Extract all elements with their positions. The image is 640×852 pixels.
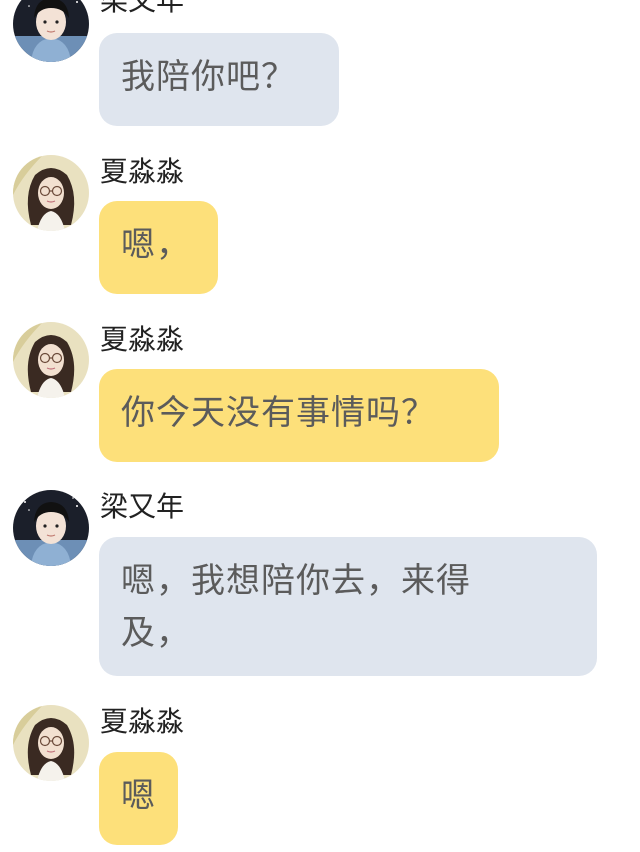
message-bubble[interactable]: 嗯， bbox=[99, 201, 218, 294]
female-avatar[interactable] bbox=[13, 322, 89, 398]
male-avatar[interactable] bbox=[13, 0, 89, 62]
female-avatar[interactable] bbox=[13, 705, 89, 781]
message-bubble[interactable]: 嗯，我想陪你去，来得及， bbox=[99, 537, 597, 676]
message-bubble[interactable]: 嗯 bbox=[99, 752, 178, 845]
female-avatar[interactable] bbox=[13, 155, 89, 231]
sender-name: 夏淼淼 bbox=[100, 705, 185, 738]
sender-name: 梁又年 bbox=[100, 490, 185, 523]
sender-name: 梁又年 bbox=[100, 0, 185, 17]
message-bubble[interactable]: 你今天没有事情吗？ bbox=[99, 369, 499, 462]
male-avatar[interactable] bbox=[13, 490, 89, 566]
sender-name: 夏淼淼 bbox=[100, 323, 185, 356]
message-bubble[interactable]: 我陪你吧？ bbox=[99, 33, 339, 126]
sender-name: 夏淼淼 bbox=[100, 155, 185, 188]
